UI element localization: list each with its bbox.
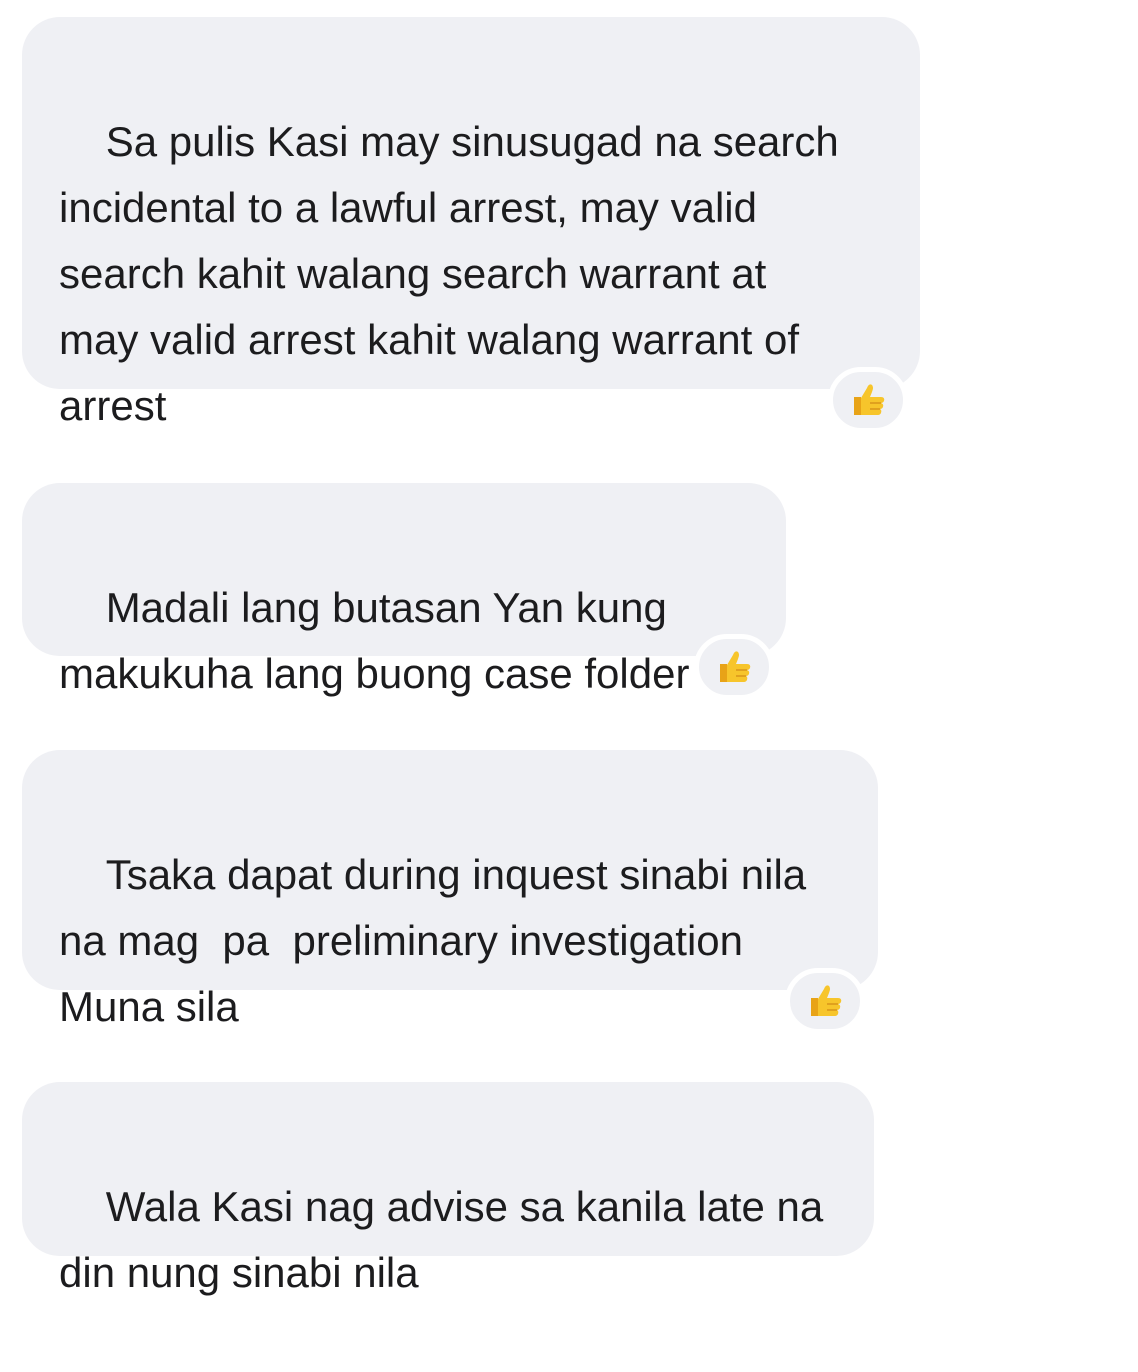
message-row: Wala Kasi nag advise sa kanila late na d… [22,1082,874,1296]
message-bubble[interactable]: Sa pulis Kasi may sinusugad na search in… [22,17,920,429]
message-row: Sa pulis Kasi may sinusugad na search in… [22,17,920,433]
message-bubble[interactable]: Madali lang butasan Yan kung makukuha la… [22,483,786,697]
reaction-badge[interactable] [785,968,865,1034]
reaction-badge[interactable] [694,634,774,700]
reaction-badge[interactable] [828,367,908,433]
thumbs-up-icon [714,647,754,687]
message-text: Madali lang butasan Yan kung makukuha la… [59,584,690,697]
thumbs-up-icon [848,380,888,420]
message-bubble[interactable]: Tsaka dapat during inquest sinabi nila n… [22,750,878,1030]
thumbs-up-icon [805,981,845,1021]
message-row: Madali lang butasan Yan kung makukuha la… [22,483,786,700]
message-text: Tsaka dapat during inquest sinabi nila n… [59,851,807,1030]
message-text: Wala Kasi nag advise sa kanila late na d… [59,1183,824,1296]
message-row: Tsaka dapat during inquest sinabi nila n… [22,750,878,1034]
message-text: Sa pulis Kasi may sinusugad na search in… [59,118,839,429]
message-bubble[interactable]: Wala Kasi nag advise sa kanila late na d… [22,1082,874,1296]
